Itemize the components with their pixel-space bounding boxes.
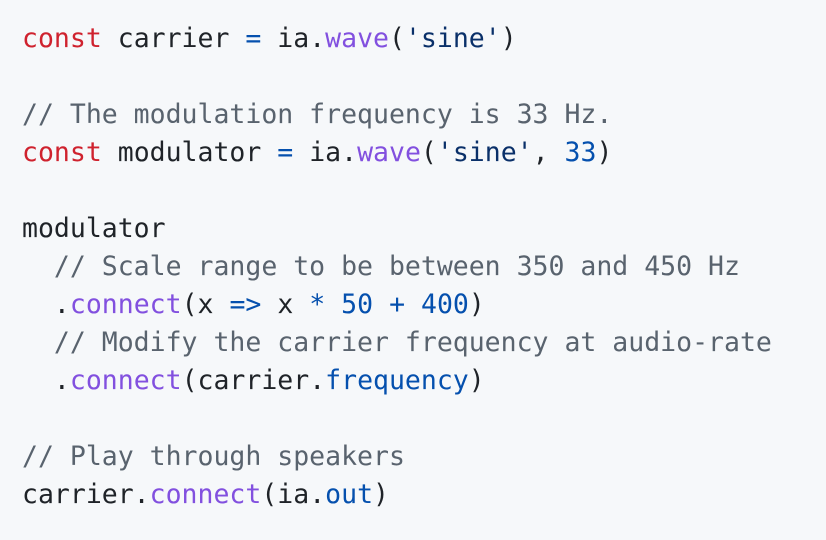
operator: + [389, 289, 406, 320]
string-literal: 'sine' [404, 23, 501, 54]
punctuation: (x [181, 289, 230, 320]
keyword: const [22, 23, 102, 54]
code-line-9: // Modify the carrier frequency at audio… [22, 324, 826, 362]
property-name: frequency [325, 365, 469, 396]
function-name: connect [69, 365, 182, 396]
punctuation: , [532, 137, 565, 168]
code-line-1: const carrier = ia.wave('sine') [22, 20, 826, 58]
punctuation: . [22, 365, 70, 396]
comment: // Scale range to be between 350 and 450… [22, 251, 740, 282]
code-line-12: // Play through speakers [22, 438, 826, 476]
function-name: connect [149, 479, 262, 510]
identifier: (ia. [261, 479, 326, 510]
punctuation: ) [468, 365, 485, 396]
code-line-4: const modulator = ia.wave('sine', 33) [22, 134, 826, 172]
comment: // The modulation frequency is 33 Hz. [22, 99, 613, 130]
operator: = [245, 23, 262, 54]
comment: // Modify the carrier frequency at audio… [22, 327, 772, 358]
function-name: wave [325, 23, 389, 54]
function-name: wave [357, 137, 421, 168]
punctuation: ( [389, 23, 405, 54]
identifier: carrier [101, 23, 246, 54]
operator: * [309, 289, 326, 320]
code-block: const carrier = ia.wave('sine') // The m… [0, 0, 826, 540]
punctuation: ) [373, 479, 389, 510]
comment: // Play through speakers [22, 441, 405, 472]
string-literal: 'sine' [436, 137, 533, 168]
code-line-7: // Scale range to be between 350 and 450… [22, 248, 826, 286]
identifier: modulator [101, 137, 278, 168]
identifier: modulator [22, 213, 166, 244]
property-name: out [325, 479, 374, 510]
code-line-8: .connect(x => x * 50 + 400) [22, 286, 826, 324]
keyword: const [22, 137, 102, 168]
operator: => [229, 289, 262, 320]
identifier: carrier. [22, 479, 150, 510]
identifier: ia. [261, 23, 326, 54]
punctuation: ( [420, 137, 437, 168]
identifier: x [261, 289, 310, 320]
punctuation: . [22, 289, 70, 320]
code-line-10: .connect(carrier.frequency) [22, 362, 826, 400]
function-name: connect [69, 289, 182, 320]
punctuation: ) [500, 23, 517, 54]
operator: = [277, 137, 294, 168]
number-literal: 33 [564, 137, 597, 168]
code-line-6: modulator [22, 210, 826, 248]
number-literal: 400 [421, 289, 469, 320]
code-line-13: carrier.connect(ia.out) [22, 476, 826, 514]
identifier: (carrier. [181, 365, 326, 396]
identifier: ia. [293, 137, 358, 168]
code-line-3: // The modulation frequency is 33 Hz. [22, 96, 826, 134]
punctuation: ) [468, 289, 485, 320]
number-literal: 50 [341, 289, 374, 320]
punctuation: ) [596, 137, 613, 168]
